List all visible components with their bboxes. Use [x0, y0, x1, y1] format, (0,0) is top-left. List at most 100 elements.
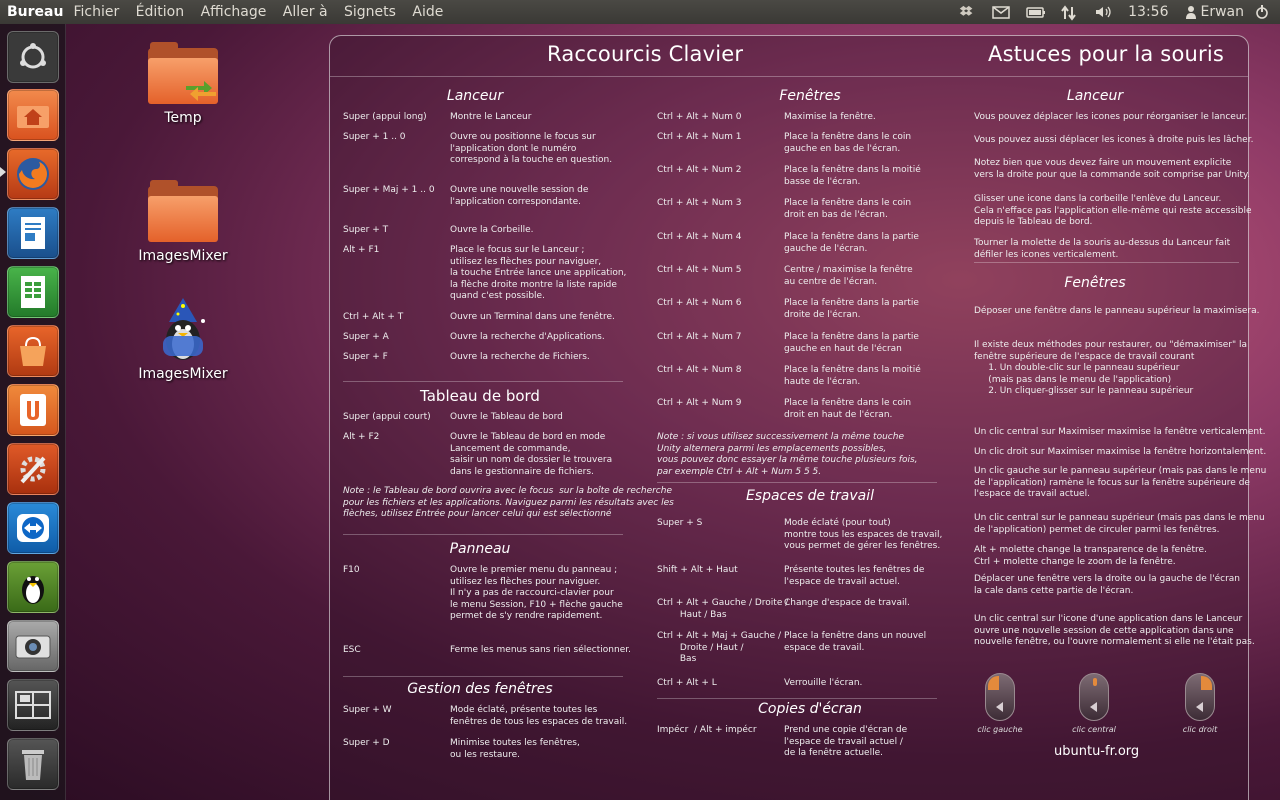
menu-fichier[interactable]: Fichier — [73, 4, 119, 20]
shortcut-key: Super + W — [343, 705, 392, 715]
shortcut-key: Super + T — [343, 225, 389, 235]
shortcut-desc: Place la fenêtre dans le coin gauche en … — [784, 132, 912, 154]
power-icon[interactable] — [1254, 5, 1270, 19]
shortcut-key: Super + F — [343, 352, 388, 362]
top-panel: Bureau Fichier Édition Affichage Aller à… — [0, 0, 1280, 24]
divider — [343, 534, 623, 535]
shortcut-desc: Ouvre la recherche de Fichiers. — [450, 352, 590, 362]
shortcut-key: Ctrl + Alt + Num 9 — [657, 398, 742, 408]
shortcut-desc: Place la fenêtre dans le coin droit en b… — [784, 198, 912, 220]
menu-affichage[interactable]: Affichage — [201, 4, 267, 20]
shortcut-desc: Ferme les menus sans rien sélectionner. — [450, 645, 631, 655]
launcher-system-settings[interactable] — [7, 443, 59, 495]
shortcut-desc: Place le focus sur le Lanceur ; utilisez… — [450, 245, 627, 301]
shortcut-desc: Maximise la fenêtre. — [784, 112, 876, 122]
window-title: Bureau — [7, 4, 64, 20]
active-app-indicator — [0, 167, 6, 177]
launcher-dash-button[interactable] — [7, 31, 59, 83]
ubuntu-one-icon — [20, 394, 46, 426]
mouse-left-click-icon — [985, 673, 1015, 721]
note-fenetres: Note : si vous utilisez successivement l… — [657, 432, 918, 477]
shortcut-desc: Mode éclaté (pour tout) montre tous les … — [784, 518, 943, 551]
menu-aide[interactable]: Aide — [412, 4, 443, 20]
shortcut-desc: Ouvre la recherche d'Applications. — [450, 332, 605, 342]
launcher-trash[interactable] — [7, 738, 59, 790]
desktop-icon-label: Temp — [164, 110, 202, 126]
shortcut-desc: Place la fenêtre dans le coin droit en h… — [784, 398, 912, 420]
launcher-teamviewer[interactable] — [7, 502, 59, 554]
desktop-icon-label: ImagesMixer — [138, 366, 228, 382]
heading-gestion-fenetres: Gestion des fenêtres — [407, 681, 553, 697]
shortcut-desc: Ouvre le premier menu du panneau ; utili… — [450, 565, 623, 621]
divider — [657, 698, 937, 699]
shortcut-desc: Place la fenêtre dans la partie gauche e… — [784, 332, 919, 354]
shortcut-key: Alt + F2 — [343, 432, 380, 442]
tux-icon — [22, 576, 44, 604]
dropbox-icon[interactable] — [958, 5, 974, 19]
shortcut-key: Ctrl + Alt + L — [657, 678, 717, 688]
heading-mouse-fenetres: Fenêtres — [1064, 275, 1126, 291]
shortcut-key: Super + Maj + 1 .. 0 — [343, 185, 435, 195]
menu-edition[interactable]: Édition — [136, 4, 184, 20]
shortcut-key: Super (appui court) — [343, 412, 431, 422]
launcher-writer[interactable] — [7, 207, 59, 259]
network-icon[interactable] — [1060, 5, 1076, 21]
workspaces-icon — [15, 691, 51, 719]
mouse-tip: Tourner la molette de la souris au-dessu… — [974, 238, 1231, 260]
menu-aller[interactable]: Aller à — [283, 4, 328, 20]
shortcut-key: Alt + F1 — [343, 245, 380, 255]
mouse-right-click-icon — [1185, 673, 1215, 721]
firefox-icon — [17, 158, 49, 190]
site-url[interactable]: ubuntu-fr.org — [1054, 744, 1139, 759]
heading-copies-ecran: Copies d'écran — [758, 701, 862, 717]
user-menu[interactable]: Erwan — [1186, 4, 1244, 20]
shortcut-desc: Place la fenêtre dans la moitié basse de… — [784, 165, 921, 187]
launcher-workspace-switcher[interactable] — [7, 679, 59, 731]
shortcut-desc: Place la fenêtre dans la moitié haute de… — [784, 365, 921, 387]
title-keyboard-shortcuts: Raccourcis Clavier — [547, 42, 744, 66]
launcher-firefox[interactable] — [7, 148, 59, 200]
mouse-tip: Un clic central sur Maximiser maximise l… — [974, 427, 1266, 437]
mouse-tip: Vous pouvez aussi déplacer les icones à … — [974, 135, 1254, 145]
mail-icon[interactable] — [992, 5, 1010, 19]
clock[interactable]: 13:56 — [1128, 4, 1168, 20]
volume-icon[interactable] — [1094, 5, 1111, 19]
desktop-icon-imagesmixer-app[interactable]: ImagesMixer — [113, 296, 253, 382]
shortcut-key: Super + 1 .. 0 — [343, 132, 406, 142]
launcher-home-folder[interactable] — [7, 89, 59, 141]
heading-tableau-de-bord: Tableau de bord — [420, 387, 540, 405]
divider — [974, 262, 1239, 263]
shortcut-key: Ctrl + Alt + T — [343, 312, 404, 322]
shortcut-desc: Ouvre ou positionne le focus sur l'appli… — [450, 132, 613, 165]
mouse-tip: Un clic droit sur Maximiser maximise la … — [974, 447, 1267, 457]
desktop-icon-temp[interactable]: Temp — [113, 42, 253, 126]
shortcut-desc: Ouvre le Tableau de bord — [450, 412, 563, 422]
launcher-calc[interactable] — [7, 266, 59, 318]
shortcut-key: ESC — [343, 645, 361, 655]
heading-panneau: Panneau — [449, 541, 511, 557]
shortcut-key: Ctrl + Alt + Num 0 — [657, 112, 742, 122]
launcher-software-center[interactable] — [7, 325, 59, 377]
shortcut-desc: Ouvre une nouvelle session de l'applicat… — [450, 185, 589, 207]
mouse-tip: Déposer une fenêtre dans le panneau supé… — [974, 306, 1260, 316]
calc-icon — [21, 276, 45, 308]
mouse-label-middle: clic central — [1072, 725, 1116, 734]
mouse-label-left: clic gauche — [977, 725, 1023, 734]
shortcut-desc: Place la fenêtre dans la partie droite d… — [784, 298, 919, 320]
mouse-tip: Déplacer une fenêtre vers la droite ou l… — [974, 574, 1240, 596]
shortcut-desc: Change d'espace de travail. — [784, 598, 910, 608]
shortcut-key: Ctrl + Alt + Num 8 — [657, 365, 742, 375]
shortcut-desc: Minimise toutes les fenêtres, ou les res… — [450, 738, 580, 760]
desktop-icon-label: ImagesMixer — [138, 248, 228, 264]
menu-signets[interactable]: Signets — [344, 4, 396, 20]
heading-fenetres: Fenêtres — [779, 88, 841, 104]
launcher-ubuntu-one[interactable] — [7, 384, 59, 436]
launcher-ubuntu-tweak[interactable] — [7, 561, 59, 613]
desktop-icon-imagesmixer-folder[interactable]: ImagesMixer — [113, 180, 253, 264]
heading-espaces-travail: Espaces de travail — [745, 488, 875, 504]
launcher-cheese[interactable] — [7, 620, 59, 672]
shortcut-key: Super + D — [343, 738, 390, 748]
folder-icon — [148, 180, 218, 242]
battery-icon[interactable] — [1026, 5, 1046, 19]
shortcut-key: Super (appui long) — [343, 112, 427, 122]
